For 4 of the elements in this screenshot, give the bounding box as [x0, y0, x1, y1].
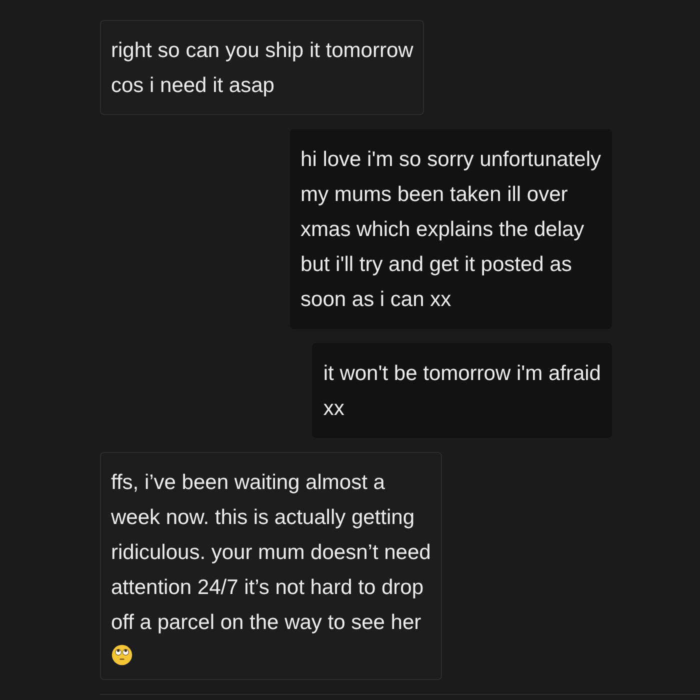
- message-text: ffs, i’ve been waiting almost a week now. this is actually getting ridiculous. your mum doesn’t need attention 24/7 it’s not hard to drop off a parcel on the way to see her: [111, 470, 431, 636]
- message-text: it won't be tomorrow i'm afraid xx: [323, 361, 601, 422]
- message-text: right so can you ship it tomorrow cos i need it asap: [111, 38, 414, 99]
- message-text: hi love i'm so sorry unfortunately my mums been taken ill over xmas which explains the delay but i'll try and get it posted as soon as i can xx: [300, 147, 601, 313]
